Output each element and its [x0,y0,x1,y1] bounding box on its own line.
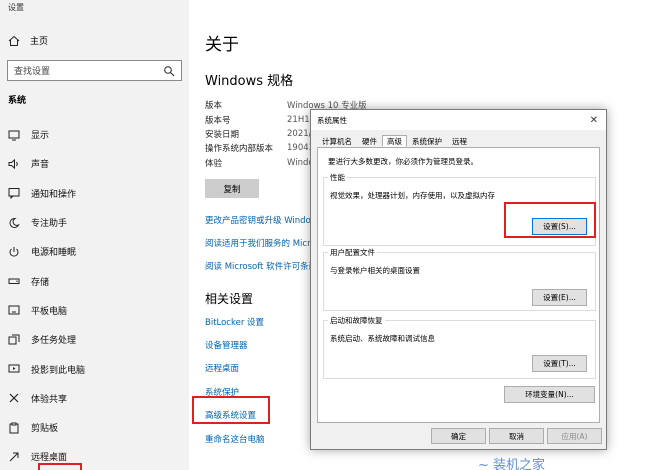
sidebar-item-label: 剪贴板 [31,424,59,435]
highlight-box [504,202,596,238]
project-icon [8,363,20,375]
group-description: 与登录帐户相关的桌面设置 [330,266,420,275]
sidebar-item-label: 投影到此电脑 [31,365,86,376]
spec-key: 安装日期 [205,129,240,140]
multitasking-icon [8,334,20,346]
spec-key: 版本 [205,101,223,112]
admin-note: 要进行大多数更改，你必须作为管理员登录。 [328,157,478,166]
highlight-box [38,463,82,470]
spec-value: 21H1 [287,114,310,125]
sidebar-section-title: 系统 [8,96,27,106]
sidebar-item-multitasking[interactable]: 多任务处理 [0,325,189,354]
sidebar-item-shared-experiences[interactable]: 体验共享 [0,384,189,413]
sidebar-item-project[interactable]: 投影到此电脑 [0,354,189,383]
rename-pc-link[interactable]: 重命名这台电脑 [205,427,265,450]
tab-hardware[interactable]: 硬件 [357,135,382,147]
startup-recovery-group: 启动和故障恢复 系统启动、系统故障和调试信息 设置(T)... [323,315,596,379]
bitlocker-link[interactable]: BitLocker 设置 [205,310,265,333]
sidebar-home[interactable]: 主页 [8,34,48,47]
sound-icon [8,158,20,170]
search-placeholder: 查找设置 [14,67,51,77]
search-icon[interactable] [163,65,175,77]
related-settings-title: 相关设置 [205,292,254,306]
cancel-button[interactable]: 取消 [489,428,544,444]
sidebar-item-label: 多任务处理 [31,336,77,347]
dialog-titlebar: 系统属性 ✕ [311,110,606,130]
sidebar-home-label: 主页 [30,37,49,47]
tablet-icon [8,304,20,316]
tab-system-protection[interactable]: 系统保护 [407,135,447,147]
display-icon [8,129,20,141]
spec-key: 操作系统内部版本 [205,144,274,155]
startup-settings-button[interactable]: 设置(T)... [532,355,587,372]
group-description: 视觉效果，处理器计划，内存使用，以及虚拟内存 [330,191,495,200]
sidebar-item-label: 远程桌面 [31,453,68,464]
dialog-title: 系统属性 [317,115,347,125]
remote-desktop-icon [8,451,20,463]
clipboard-icon [8,422,20,434]
tab-remote[interactable]: 远程 [447,135,472,147]
sidebar-item-label: 通知和操作 [31,189,77,200]
apply-button[interactable]: 应用(A) [547,428,602,444]
environment-variables-button[interactable]: 环境变量(N)... [504,386,595,403]
device-manager-link[interactable]: 设备管理器 [205,333,265,356]
sidebar-list: 显示 声音 通知和操作 专注助手 电源和睡眠 存储 平板电脑 多任务处理 投影到… [0,120,189,470]
home-icon [8,35,20,47]
highlight-box [192,396,270,424]
settings-sidebar: 设置 主页 查找设置 系统 显示 声音 通知和操作 专注助手 电源和睡眠 存储 … [0,0,189,470]
search-input[interactable]: 查找设置 [7,60,182,81]
sidebar-item-label: 平板电脑 [31,306,68,317]
sidebar-item-label: 显示 [31,131,50,142]
sidebar-item-notifications[interactable]: 通知和操作 [0,179,189,208]
shared-experiences-icon [8,392,20,404]
user-profiles-group: 用户配置文件 与登录帐户相关的桌面设置 设置(E)... [323,247,596,311]
advanced-tab-panel: 要进行大多数更改，你必须作为管理员登录。 性能 视觉效果，处理器计划，内存使用，… [317,147,600,423]
power-icon [8,246,20,258]
watermark: ~ 装机之家 [478,458,546,470]
remote-desktop-link[interactable]: 远程桌面 [205,357,265,380]
group-title: 用户配置文件 [328,247,377,258]
window-title: 设置 [8,3,24,12]
sidebar-item-label: 体验共享 [31,394,68,405]
group-title: 启动和故障恢复 [328,315,385,326]
sidebar-item-label: 专注助手 [31,219,68,230]
user-profiles-settings-button[interactable]: 设置(E)... [532,289,587,306]
close-icon[interactable]: ✕ [590,115,598,126]
copy-button[interactable]: 复制 [205,179,259,198]
sidebar-item-power[interactable]: 电源和睡眠 [0,237,189,266]
sidebar-item-remote-desktop[interactable]: 远程桌面 [0,442,189,470]
sidebar-item-display[interactable]: 显示 [0,120,189,149]
spec-key: 体验 [205,158,223,169]
system-properties-dialog: 系统属性 ✕ 计算机名 硬件 高级 系统保护 远程 要进行大多数更改，你必须作为… [310,109,607,450]
windows-spec-title: Windows 规格 [205,74,294,89]
spec-key: 版本号 [205,115,231,126]
sidebar-item-focus-assist[interactable]: 专注助手 [0,208,189,237]
sidebar-item-label: 电源和睡眠 [31,248,77,259]
sidebar-item-label: 存储 [31,277,50,288]
sidebar-item-storage[interactable]: 存储 [0,266,189,295]
notification-icon [8,187,20,200]
sidebar-item-tablet[interactable]: 平板电脑 [0,296,189,325]
group-description: 系统启动、系统故障和调试信息 [330,334,435,343]
sidebar-item-sound[interactable]: 声音 [0,149,189,178]
tab-advanced[interactable]: 高级 [382,135,407,147]
sidebar-item-label: 声音 [31,160,50,171]
related-links: BitLocker 设置 设备管理器 远程桌面 系统保护 高级系统设置 重命名这… [205,310,265,450]
storage-icon [8,275,20,287]
dialog-tabs: 计算机名 硬件 高级 系统保护 远程 [317,135,472,147]
page-title: 关于 [205,35,239,55]
group-title: 性能 [328,172,347,183]
ok-button[interactable]: 确定 [431,428,486,444]
focus-assist-icon [8,217,20,229]
tab-computer-name[interactable]: 计算机名 [317,135,357,147]
sidebar-item-clipboard[interactable]: 剪贴板 [0,413,189,442]
